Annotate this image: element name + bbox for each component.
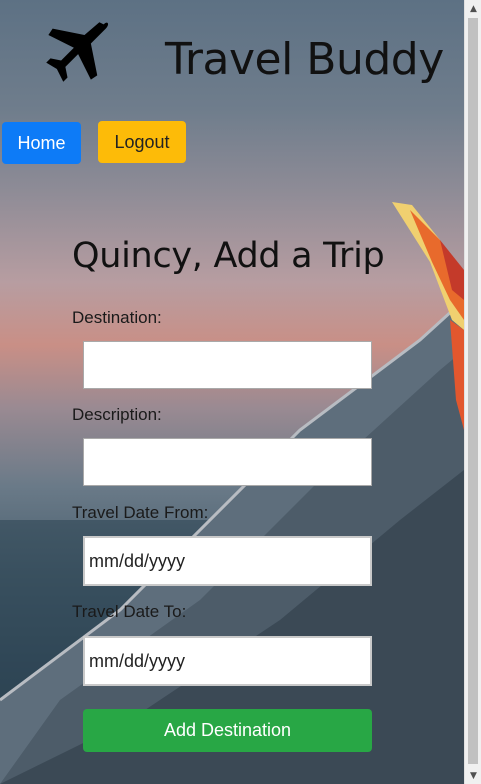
description-label: Description: bbox=[72, 405, 162, 424]
destination-input[interactable] bbox=[83, 341, 372, 389]
scroll-down-icon[interactable]: ▼ bbox=[465, 767, 481, 784]
logout-button[interactable]: Logout bbox=[98, 121, 186, 163]
destination-label: Destination: bbox=[72, 308, 162, 327]
home-button[interactable]: Home bbox=[2, 122, 81, 164]
scrollbar-thumb[interactable] bbox=[468, 18, 478, 764]
add-destination-button[interactable]: Add Destination bbox=[83, 709, 372, 752]
date-to-label: Travel Date To: bbox=[72, 602, 187, 621]
airplane-icon bbox=[42, 18, 110, 86]
date-to-input[interactable] bbox=[83, 636, 372, 686]
form-heading: Quincy, Add a Trip bbox=[72, 236, 385, 276]
scroll-up-icon[interactable]: ▲ bbox=[465, 0, 481, 17]
date-from-label: Travel Date From: bbox=[72, 503, 209, 522]
date-from-input[interactable] bbox=[83, 536, 372, 586]
app-title: Travel Buddy bbox=[165, 34, 444, 85]
description-input[interactable] bbox=[83, 438, 372, 486]
vertical-scrollbar[interactable]: ▲ ▼ bbox=[464, 0, 481, 784]
